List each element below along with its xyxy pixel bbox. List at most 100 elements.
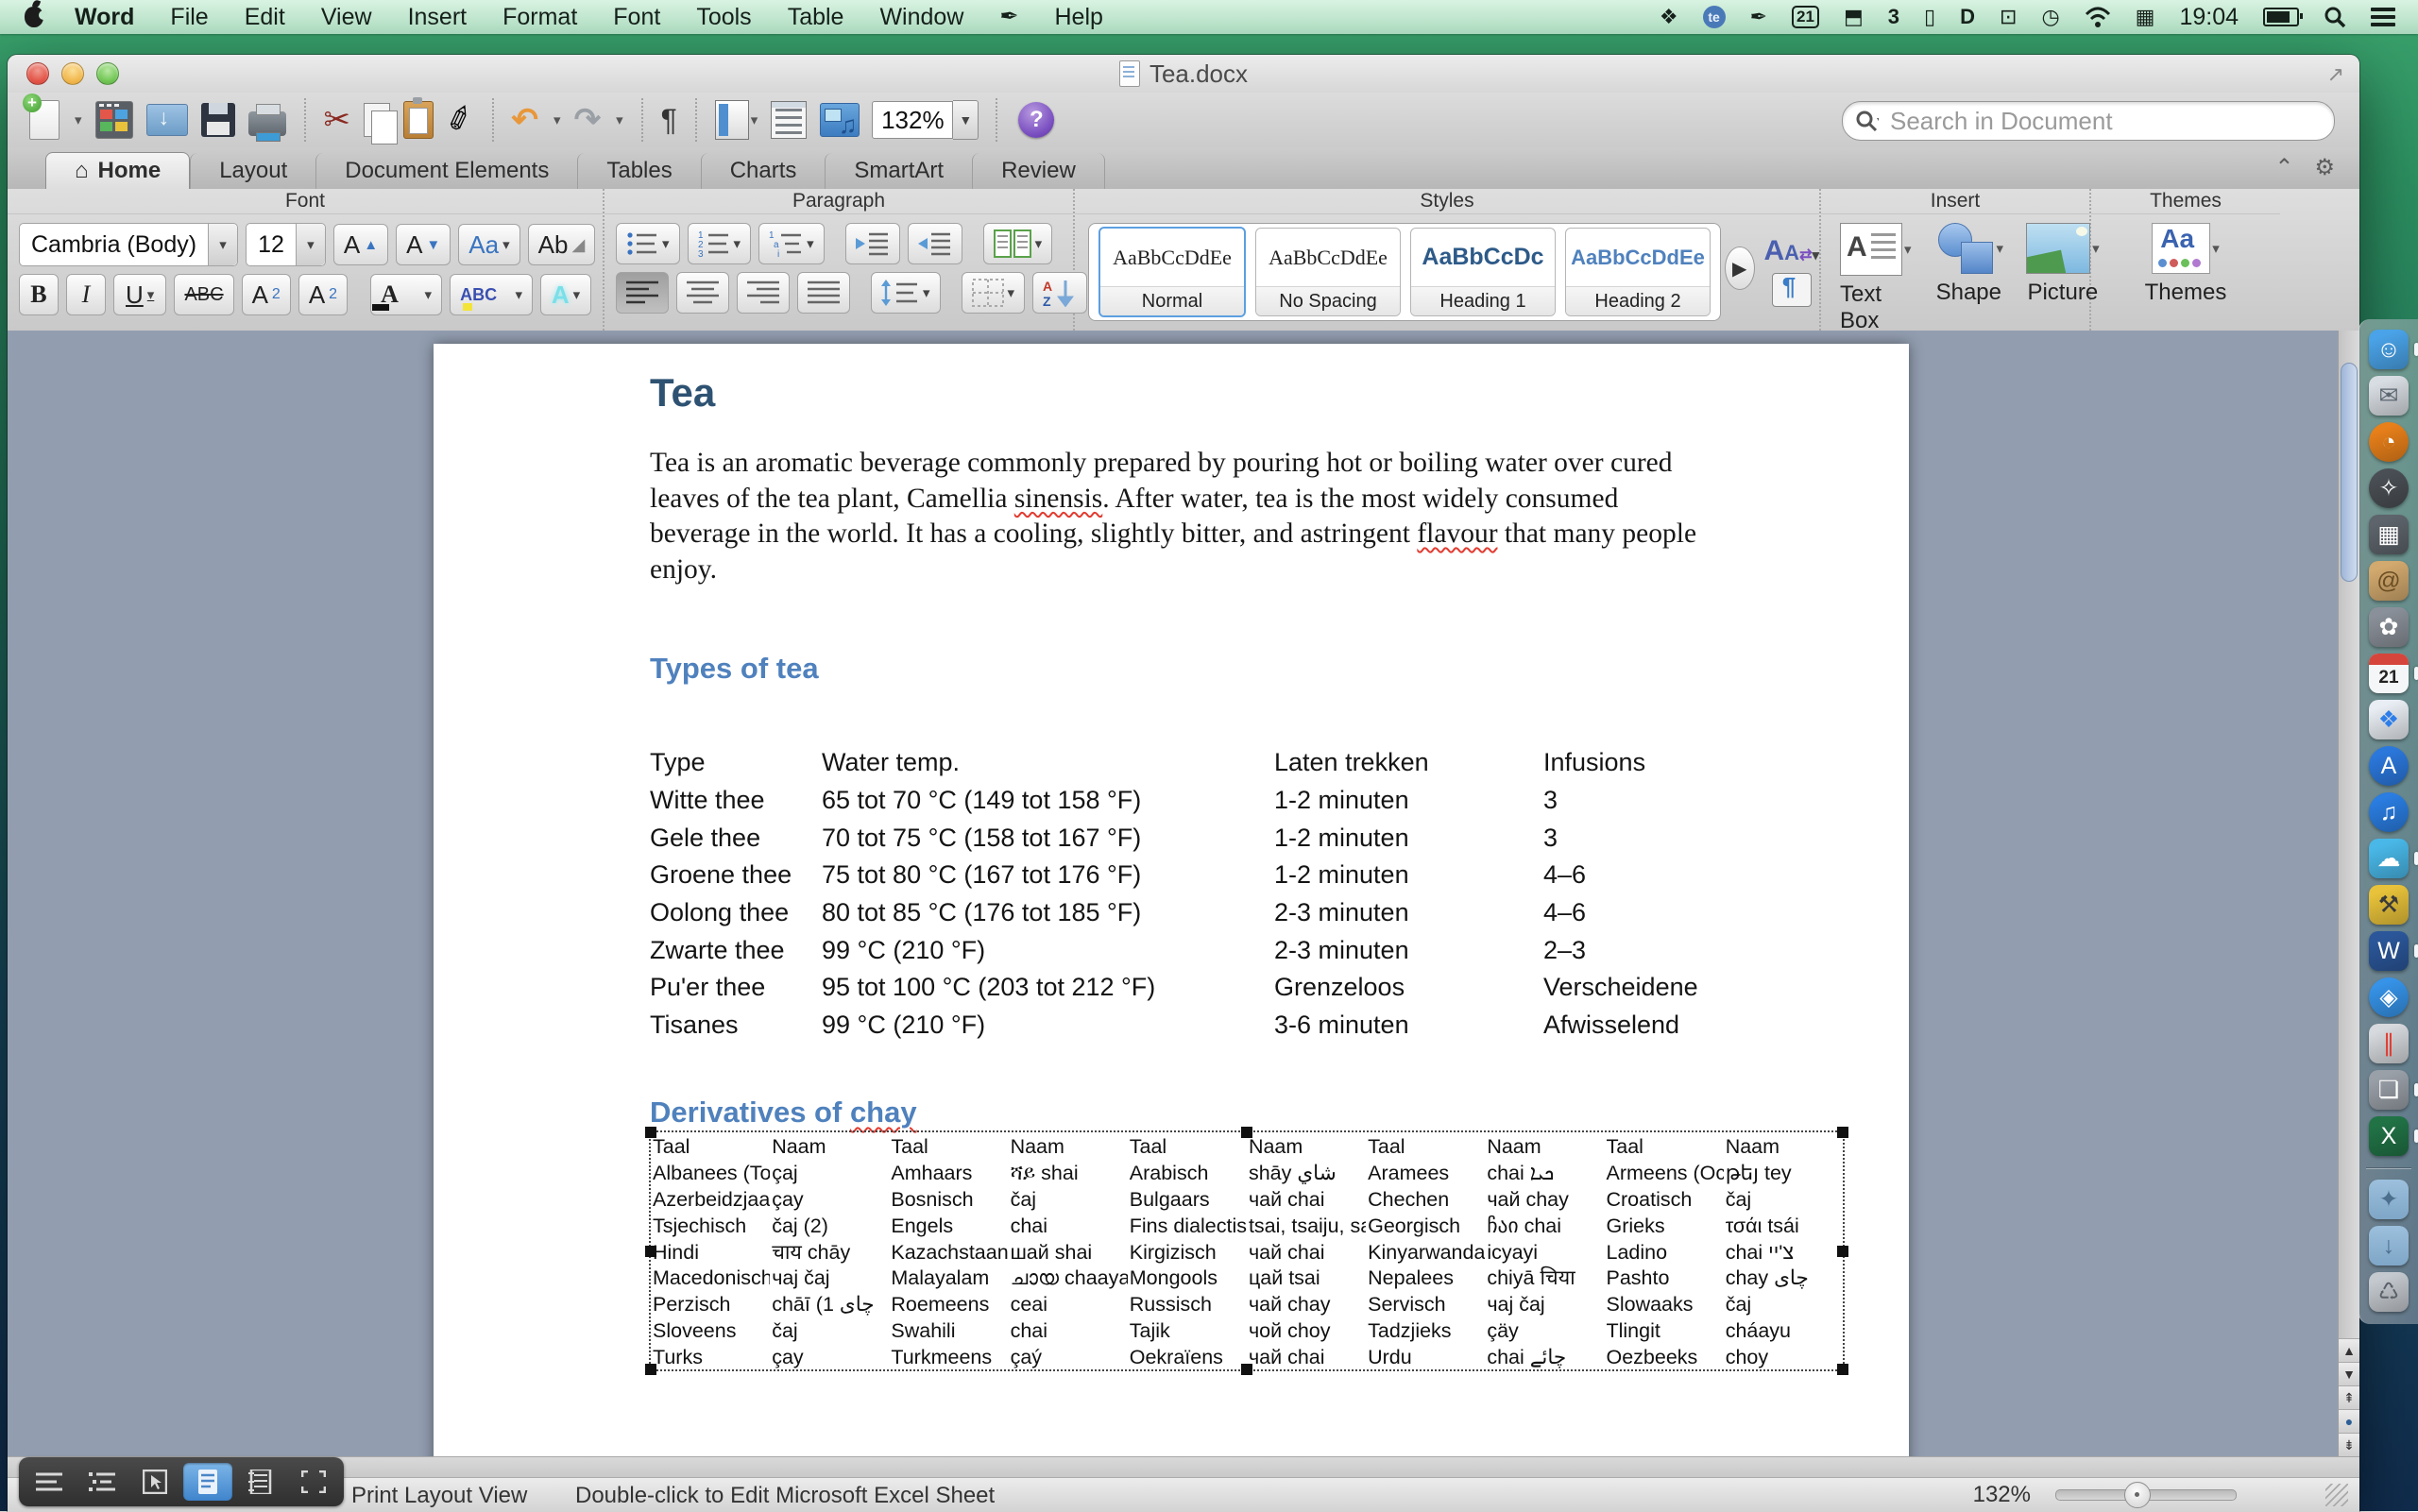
tab-smartart[interactable]: SmartArt [825,153,972,189]
menu-format[interactable]: Format [485,0,595,34]
dock-item-downloads-folder[interactable]: ↓ [2367,1225,2410,1266]
clear-formatting-button[interactable]: Ab◢ [528,224,596,265]
text-effects-button[interactable]: A▾ [540,274,591,315]
vertical-scroll-thumb[interactable] [2341,363,2358,582]
dock-item-launchpad[interactable]: ✧ [2367,467,2410,509]
menu-help[interactable]: Help [1036,0,1120,34]
close-button[interactable] [26,62,49,85]
format-painter-button[interactable]: ✐ [440,98,481,142]
notebook-layout-button[interactable] [236,1463,285,1501]
vertical-scrollbar[interactable]: ▲ ▼ ⇞ ● ⇟ [2338,331,2359,1456]
window-resize-grip[interactable] [2325,1484,2348,1506]
publishing-layout-button[interactable] [130,1463,179,1501]
dock-item-firefox[interactable]: ◔ [2367,421,2410,463]
style-card-normal[interactable]: AaBbCcDdEeNormal [1098,227,1246,317]
tab-home[interactable]: ⌂Home [45,152,190,189]
paste-button[interactable] [397,98,440,142]
iphone-sync-icon[interactable]: ▯ [1924,0,1935,34]
media-browser-button[interactable] [813,98,866,142]
change-styles-icon[interactable]: AA⇄▾ [1764,235,1820,267]
apple-menu-icon[interactable] [25,7,43,27]
minimize-button[interactable] [61,62,84,85]
previous-page-button[interactable]: ⇞ [2339,1385,2359,1409]
selection-handle[interactable] [1837,1246,1848,1257]
justify-button[interactable] [797,272,850,314]
selection-handle[interactable] [1241,1127,1252,1138]
textexpander-icon[interactable]: te [1703,6,1726,28]
scroll-up-button[interactable]: ▲ [2339,1338,2359,1362]
dock-item-safari[interactable]: ◈ [2367,977,2410,1018]
menu-window[interactable]: Window [861,0,981,34]
selection-handle[interactable] [645,1246,656,1257]
embedded-excel-sheet[interactable]: TaalNaamTaalNaamTaalNaamTaalNaamTaalNaam… [649,1130,1845,1371]
save-button[interactable] [195,98,242,142]
menu-tools[interactable]: Tools [678,0,769,34]
menu-view[interactable]: View [303,0,390,34]
dock-item-cloud-app[interactable]: ☁ [2367,838,2410,879]
change-case-button[interactable]: Aa▾ [458,224,519,265]
help-button[interactable]: ? [1018,102,1054,138]
menu-insert[interactable]: Insert [390,0,485,34]
dock-item-forklift[interactable]: ⚒ [2367,884,2410,926]
dock-item-applications-folder[interactable]: ✦ [2367,1179,2410,1220]
dock-item-mission-control[interactable]: ▦ [2367,514,2410,555]
docker-d-icon[interactable]: D [1960,0,1975,34]
display-arrangement-icon[interactable]: ⬒ [1844,0,1864,34]
borders-button[interactable]: ▾ [962,272,1026,314]
tab-charts[interactable]: Charts [701,153,826,189]
menu-table[interactable]: Table [770,0,862,34]
menu-file[interactable]: File [152,0,226,34]
dock-item-contacts[interactable]: @ [2367,560,2410,602]
dock-item-preview[interactable]: ❏ [2367,1069,2410,1111]
dock-item-dropbox[interactable]: ❖ [2367,699,2410,740]
style-card-heading-1[interactable]: AaBbCcDcHeading 1 [1410,228,1556,316]
notification-center-icon[interactable] [2371,8,2395,26]
tab-tables[interactable]: Tables [577,153,700,189]
menubar-clock[interactable]: 19:04 [2179,4,2239,31]
outline-view-button[interactable] [77,1463,127,1501]
copy-button[interactable] [357,98,397,142]
columns-button[interactable]: ▾ [983,223,1053,264]
align-left-button[interactable] [616,272,669,314]
zoom-combo[interactable]: 132%▼ [872,100,979,140]
align-center-button[interactable] [676,272,729,314]
bullets-button[interactable]: ▾ [616,223,680,264]
dock-item-mail[interactable]: ✉ [2367,375,2410,416]
zoom-window-button[interactable] [96,62,119,85]
input-menu-3-icon[interactable]: 3 [1888,0,1899,34]
ink-pen-icon[interactable]: ✒ [1750,0,1767,34]
layout-panel-button[interactable]: ▾ [708,98,765,142]
themes-button[interactable]: ▾ Themes [2137,223,2235,306]
print-button[interactable] [242,98,293,142]
show-invisibles-button[interactable]: ¶ [655,98,684,142]
zoom-slider-knob[interactable] [2124,1482,2151,1508]
tab-review[interactable]: Review [972,153,1105,189]
undo-dropdown-button[interactable]: ▾ [545,98,568,142]
menu-word[interactable]: Word [57,0,152,34]
dock-item-word[interactable]: W [2367,930,2410,972]
redo-button[interactable]: ↷ [568,98,608,142]
browse-object-button[interactable]: ● [2339,1409,2359,1433]
selection-handle[interactable] [645,1127,656,1138]
show-template-gallery-button[interactable] [89,98,140,142]
print-layout-button[interactable] [183,1463,232,1501]
dropbox-icon[interactable]: ❖ [1660,0,1678,34]
dock-item-trash[interactable]: ♺ [2367,1271,2410,1313]
font-color-button[interactable]: A▾ [370,274,442,315]
draft-view-button[interactable] [25,1463,74,1501]
highlight-button[interactable]: ABC▾ [450,274,533,315]
multilevel-list-button[interactable]: 1ai ▾ [758,223,825,264]
selection-handle[interactable] [1837,1127,1848,1138]
focus-view-button[interactable] [289,1463,338,1501]
italic-button[interactable]: I [66,274,106,315]
redo-dropdown-button[interactable]: ▾ [607,98,630,142]
mobile-sync-icon[interactable]: ▦ [2136,0,2155,34]
time-machine-icon[interactable]: ◷ [2041,0,2059,34]
new-document-button[interactable]: + [23,98,66,142]
search-icon[interactable] [1854,109,1879,133]
scroll-down-button[interactable]: ▼ [2339,1362,2359,1385]
toolbar-toggle-button[interactable]: ↗ [2327,62,2344,87]
zoom-slider[interactable] [2055,1489,2237,1501]
font-name-select[interactable]: Cambria (Body)▾ [19,223,238,266]
font-size-select[interactable]: 12▾ [246,223,326,266]
